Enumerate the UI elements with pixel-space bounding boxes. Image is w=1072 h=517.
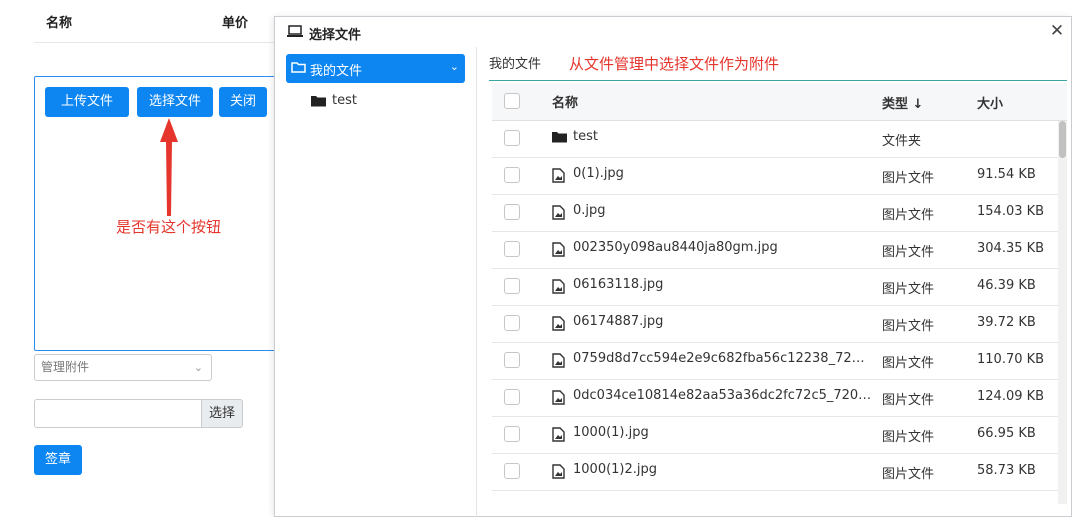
pick-button[interactable]: 选择 xyxy=(202,399,243,428)
table-row[interactable]: test 文件夹 xyxy=(492,120,1067,158)
column-type-label: 类型 xyxy=(882,97,909,112)
tree-item-label: 我的文件 xyxy=(310,64,363,79)
tree-item-label: test xyxy=(332,93,357,108)
choose-file-dialog: 选择文件 ✕ 我的文件 ⌄ test 我的文件 从文件管理中选择文件作为附件 名… xyxy=(274,16,1072,517)
file-type: 图片文件 xyxy=(882,208,935,223)
image-file-icon xyxy=(552,316,565,331)
file-size: 39.72 KB xyxy=(977,315,1036,330)
table-row[interactable]: 0(1).jpg 图片文件 91.54 KB xyxy=(492,157,1067,195)
file-name: 1000(1)2.jpg xyxy=(573,462,658,477)
row-checkbox[interactable] xyxy=(504,426,520,442)
file-name: 0.jpg xyxy=(573,203,606,218)
table-row[interactable]: 06174887.jpg 图片文件 39.72 KB xyxy=(492,305,1067,343)
folder-icon xyxy=(552,132,567,143)
annotation-text: 从文件管理中选择文件作为附件 xyxy=(569,55,780,73)
file-size: 58.73 KB xyxy=(977,463,1036,478)
chevron-down-icon: ⌄ xyxy=(193,361,203,374)
folder-icon xyxy=(311,96,326,107)
file-size: 91.54 KB xyxy=(977,167,1036,182)
file-type: 图片文件 xyxy=(882,430,935,445)
row-checkbox[interactable] xyxy=(504,204,520,220)
file-name: 06174887.jpg xyxy=(573,314,664,329)
file-size: 110.70 KB xyxy=(977,352,1045,367)
tree-item-my-files[interactable]: 我的文件 ⌄ xyxy=(286,54,465,83)
file-size: 154.03 KB xyxy=(977,204,1045,219)
folder-open-icon xyxy=(291,62,306,73)
laptop-icon xyxy=(287,25,303,37)
image-file-icon xyxy=(552,390,565,405)
upload-file-button[interactable]: 上传文件 xyxy=(45,87,129,117)
attachment-input[interactable] xyxy=(34,399,202,428)
divider xyxy=(489,80,1067,81)
file-name: 0dc034ce10814e82aa53a36dc2fc72c5_720… xyxy=(573,388,872,403)
row-checkbox[interactable] xyxy=(504,167,520,183)
close-icon[interactable]: ✕ xyxy=(1047,21,1067,41)
image-file-icon xyxy=(552,464,565,479)
file-type: 图片文件 xyxy=(882,282,935,297)
row-checkbox[interactable] xyxy=(504,389,520,405)
file-type: 图片文件 xyxy=(882,393,935,408)
file-name: 002350y098au8440ja80gm.jpg xyxy=(573,240,778,255)
table-row[interactable]: 06163118.jpg 图片文件 46.39 KB xyxy=(492,268,1067,306)
image-file-icon xyxy=(552,168,565,183)
image-file-icon xyxy=(552,353,565,368)
table-header-row: 名称 类型 ↓ 大小 xyxy=(492,83,1067,121)
image-file-icon xyxy=(552,279,565,294)
scrollbar-track[interactable] xyxy=(1058,121,1067,504)
file-name: 06163118.jpg xyxy=(573,277,664,292)
dialog-title: 选择文件 xyxy=(309,28,362,43)
table-row[interactable]: 1000(1)2.jpg 图片文件 58.73 KB xyxy=(492,453,1067,491)
image-file-icon xyxy=(552,427,565,442)
file-type: 图片文件 xyxy=(882,245,935,260)
row-checkbox[interactable] xyxy=(504,463,520,479)
row-checkbox[interactable] xyxy=(504,315,520,331)
header-name: 名称 xyxy=(46,16,73,31)
table-row[interactable]: 0dc034ce10814e82aa53a36dc2fc72c5_720… 图片文… xyxy=(492,379,1067,417)
image-file-icon xyxy=(552,242,565,257)
file-name: 0759d8d7cc594e2e9c682fba56c12238_72… xyxy=(573,351,865,366)
annotation-arrow xyxy=(160,118,178,216)
file-type: 图片文件 xyxy=(882,171,935,186)
scrollbar-thumb[interactable] xyxy=(1059,121,1066,158)
chevron-down-icon[interactable]: ⌄ xyxy=(450,60,459,73)
header-unit: 单价 xyxy=(222,16,249,31)
table-row[interactable]: 1000(1).jpg 图片文件 66.95 KB xyxy=(492,416,1067,454)
row-checkbox[interactable] xyxy=(504,352,520,368)
choose-file-button[interactable]: 选择文件 xyxy=(137,87,213,117)
row-checkbox[interactable] xyxy=(504,241,520,257)
file-type: 图片文件 xyxy=(882,319,935,334)
breadcrumb[interactable]: 我的文件 xyxy=(489,53,541,72)
file-size: 46.39 KB xyxy=(977,278,1036,293)
file-name: test xyxy=(573,129,598,144)
table-row[interactable]: 0759d8d7cc594e2e9c682fba56c12238_72… 图片文件… xyxy=(492,342,1067,380)
table-row[interactable]: 002350y098au8440ja80gm.jpg 图片文件 304.35 KB xyxy=(492,231,1067,269)
file-type: 图片文件 xyxy=(882,467,935,482)
file-size: 124.09 KB xyxy=(977,389,1045,404)
column-size[interactable]: 大小 xyxy=(977,93,1003,112)
select-value: 管理附件 xyxy=(41,360,90,374)
row-checkbox[interactable] xyxy=(504,130,520,146)
file-size: 304.35 KB xyxy=(977,241,1045,256)
file-type: 文件夹 xyxy=(882,134,922,149)
select-all-checkbox[interactable] xyxy=(504,93,520,109)
manage-attachments-select[interactable]: 管理附件 ⌄ xyxy=(34,354,212,381)
column-name[interactable]: 名称 xyxy=(552,92,578,111)
image-file-icon xyxy=(552,205,565,220)
file-size: 66.95 KB xyxy=(977,426,1036,441)
column-type[interactable]: 类型 ↓ xyxy=(882,93,923,112)
sort-arrow-icon: ↓ xyxy=(912,97,924,112)
sign-button[interactable]: 签章 xyxy=(34,445,82,475)
file-name: 0(1).jpg xyxy=(573,166,624,181)
table-header: 名称 单价 xyxy=(34,0,274,43)
table-row[interactable]: 0.jpg 图片文件 154.03 KB xyxy=(492,194,1067,232)
file-type: 图片文件 xyxy=(882,356,935,371)
folder-tree: 我的文件 ⌄ test xyxy=(275,47,477,517)
row-checkbox[interactable] xyxy=(504,278,520,294)
annotation-text: 是否有这个按钮 xyxy=(116,218,222,236)
close-button[interactable]: 关闭 xyxy=(219,87,267,117)
file-name: 1000(1).jpg xyxy=(573,425,649,440)
dialog-titlebar: 选择文件 ✕ xyxy=(275,17,1071,47)
